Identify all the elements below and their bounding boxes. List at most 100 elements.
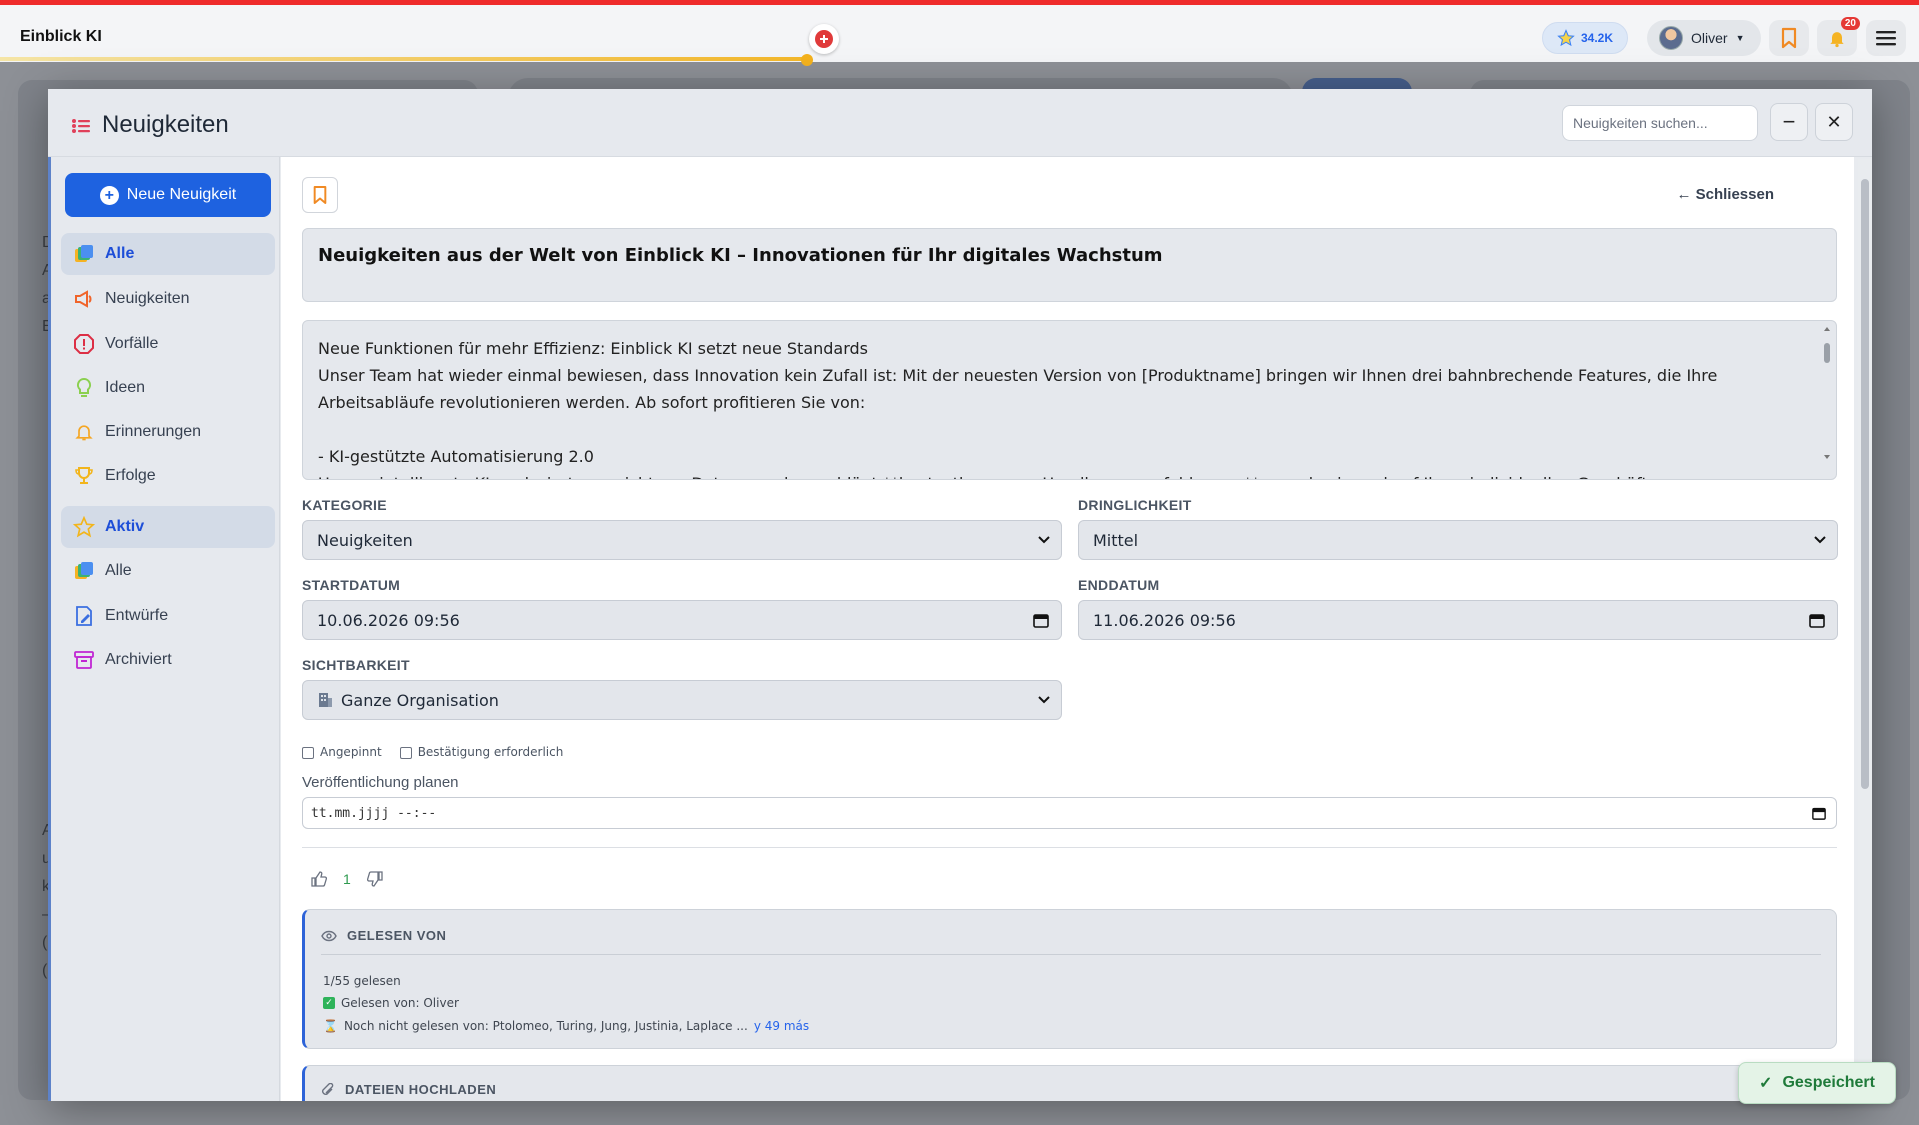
unread-line: ⌛ Noch nicht gelesen von: Ptolomeo, Turi… xyxy=(323,1019,809,1033)
visibility-label: SICHTBARKEIT xyxy=(302,657,410,673)
calendar-icon[interactable] xyxy=(1809,612,1825,628)
caret-down-icon: ▼ xyxy=(1735,33,1745,43)
read-by-card: GELESEN VON 1/55 gelesen ✓ Gelesen von: … xyxy=(302,909,1837,1049)
checkbox-box[interactable] xyxy=(302,746,314,759)
top-bar: Einblick KI 34.2K Oliver ▼ 20 xyxy=(0,0,1919,62)
draft-icon xyxy=(73,605,95,627)
trophy-icon xyxy=(73,465,95,487)
bookmark-toggle-button[interactable] xyxy=(302,177,338,213)
scrollbar-thumb[interactable] xyxy=(1861,179,1869,789)
sidebar-item-label: Erfolge xyxy=(105,467,156,484)
content-scrollbar[interactable] xyxy=(1858,159,1872,1101)
bg-text-9: ( xyxy=(42,934,48,951)
bell-icon xyxy=(1830,32,1844,48)
end-date-input[interactable]: 11.06.2026 09:56 xyxy=(1078,600,1838,640)
checkbox-box[interactable] xyxy=(399,746,412,759)
schedule-datetime-input[interactable]: tt.mm.jjjj --:-- xyxy=(302,797,1837,829)
calendar-icon[interactable] xyxy=(1033,612,1049,628)
thumbs-up-icon[interactable] xyxy=(311,871,327,887)
sidebar-item-active[interactable]: Aktiv xyxy=(61,506,275,548)
news-search-input[interactable] xyxy=(1562,105,1758,141)
minimize-button[interactable]: − xyxy=(1770,103,1808,141)
sidebar-item-all[interactable]: Alle xyxy=(61,233,275,275)
avatar xyxy=(1659,26,1683,50)
chevron-down-icon xyxy=(1038,696,1050,704)
visibility-select[interactable]: Ganze Organisation xyxy=(302,680,1062,720)
body-line: Unsere intelligente KI analysiert nun ni… xyxy=(318,470,1800,479)
confirmation-checkbox[interactable]: Bestätigung erforderlich xyxy=(399,745,564,759)
close-modal-button[interactable]: ✕ xyxy=(1815,103,1853,141)
saved-toast: ✓ Gespeichert xyxy=(1738,1062,1896,1104)
read-by-header: GELESEN VON xyxy=(321,928,446,943)
user-menu[interactable]: Oliver ▼ xyxy=(1647,20,1761,56)
pinned-checkbox[interactable]: Angepinnt xyxy=(302,745,382,759)
notifications-button[interactable]: 20 xyxy=(1817,17,1860,56)
menu-button[interactable] xyxy=(1866,20,1906,56)
sidebar-item-label: Erinnerungen xyxy=(105,423,202,440)
bookmarks-button[interactable] xyxy=(1769,20,1809,56)
body-line: Neue Funktionen für mehr Effizienz: Einb… xyxy=(318,339,869,358)
sidebar-item-all-status[interactable]: Alle xyxy=(61,550,275,592)
sidebar-item-ideas[interactable]: Ideen xyxy=(61,367,275,409)
sidebar-item-drafts[interactable]: Entwürfe xyxy=(61,595,275,637)
saved-label: Gespeichert xyxy=(1782,1074,1875,1091)
modal-header: Neuigkeiten − ✕ xyxy=(48,89,1872,157)
sidebar-item-label: Archiviert xyxy=(105,651,172,668)
user-name: Oliver xyxy=(1691,30,1728,46)
modal-title: Neuigkeiten xyxy=(102,111,229,138)
sidebar-item-label: Entwürfe xyxy=(105,607,169,624)
chevron-down-icon xyxy=(1038,536,1050,544)
check-icon: ✓ xyxy=(323,997,335,1009)
start-date-input[interactable]: 10.06.2026 09:56 xyxy=(302,600,1062,640)
schedule-label: Veröffentlichung planen xyxy=(302,774,459,791)
progress-indicator xyxy=(801,54,813,66)
read-summary-text: 1/55 gelesen xyxy=(323,974,401,988)
building-icon xyxy=(319,693,332,707)
news-title-input[interactable]: Neuigkeiten aus der Welt von Einblick KI… xyxy=(302,228,1837,302)
sidebar-item-news[interactable]: Neuigkeiten xyxy=(61,278,275,320)
thumbs-down-icon[interactable] xyxy=(366,871,383,887)
sidebar-item-label: Alle xyxy=(105,562,132,579)
textarea-scrollbar[interactable] xyxy=(1822,325,1832,475)
category-label: KATEGORIE xyxy=(302,497,387,513)
options-row: Angepinnt Bestätigung erforderlich xyxy=(302,745,563,759)
news-body-textarea[interactable]: Neue Funktionen für mehr Effizienz: Einb… xyxy=(302,320,1837,480)
urgency-label: DRINGLICHKEIT xyxy=(1078,497,1192,513)
notification-badge: 20 xyxy=(1840,17,1860,30)
star-icon xyxy=(1557,29,1575,47)
body-line xyxy=(318,416,1800,443)
sidebar-item-incidents[interactable]: Vorfälle xyxy=(61,323,275,365)
likes-count: 1 xyxy=(343,871,351,887)
read-by-heading: GELESEN VON xyxy=(347,928,447,943)
confirmation-label: Bestätigung erforderlich xyxy=(417,745,564,759)
file-upload-card: DATEIEN HOCHLADEN xyxy=(302,1065,1837,1101)
more-readers-link[interactable]: y 49 más xyxy=(754,1019,809,1033)
calendar-icon[interactable] xyxy=(1812,806,1826,820)
sidebar-item-label: Alle xyxy=(105,245,135,262)
app-title[interactable]: Einblick KI xyxy=(20,28,102,46)
stars-badge[interactable]: 34.2K xyxy=(1542,22,1628,54)
loading-progress xyxy=(0,57,808,61)
new-news-button[interactable]: + Neue Neuigkeit xyxy=(65,173,271,217)
category-value: Neuigkeiten xyxy=(317,530,413,550)
urgency-select[interactable]: Mittel xyxy=(1078,520,1838,560)
archive-icon xyxy=(73,649,95,671)
stack-icon xyxy=(73,243,95,265)
sidebar: + Neue Neuigkeit Alle Neuigkeiten Vorfäl… xyxy=(48,157,280,1101)
swiss-flag-icon[interactable] xyxy=(809,24,839,54)
stack-icon xyxy=(73,560,95,582)
read-by-text: Gelesen von: Oliver xyxy=(341,996,459,1010)
schedule-placeholder: tt.mm.jjjj --:-- xyxy=(311,805,437,821)
new-news-label: Neue Neuigkeit xyxy=(126,186,237,203)
check-icon: ✓ xyxy=(1759,1075,1773,1092)
category-select[interactable]: Neuigkeiten xyxy=(302,520,1062,560)
hourglass-icon: ⌛ xyxy=(323,1019,338,1033)
eye-icon xyxy=(321,930,337,941)
sidebar-item-successes[interactable]: Erfolge xyxy=(61,455,275,497)
sidebar-item-archived[interactable]: Archiviert xyxy=(61,639,275,681)
sidebar-item-reminders[interactable]: Erinnerungen xyxy=(61,411,275,453)
close-editor-link[interactable]: ← Schliessen xyxy=(1676,186,1774,203)
end-date-label: ENDDATUM xyxy=(1078,577,1160,593)
end-date-value: 11.06.2026 09:56 xyxy=(1093,610,1236,630)
news-modal: Neuigkeiten − ✕ + Neue Neuigkeit Alle Ne… xyxy=(48,89,1872,1101)
